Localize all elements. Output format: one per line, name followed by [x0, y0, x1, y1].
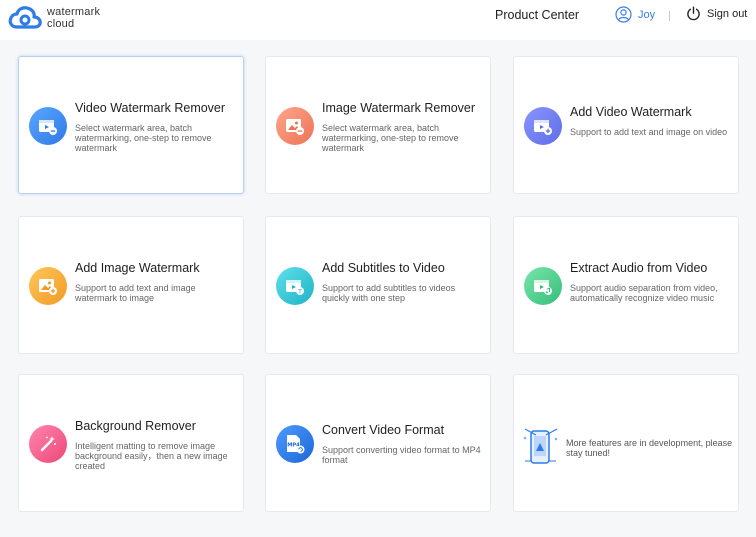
card-background-remover[interactable]: Background Remover Intelligent matting t…: [18, 374, 244, 512]
video-remove-icon: [29, 107, 67, 145]
feature-grid: Video Watermark Remover Select watermark…: [0, 40, 756, 537]
card-image-watermark-remover[interactable]: Image Watermark Remover Select watermark…: [265, 56, 491, 194]
card-title: Add Image Watermark: [75, 261, 200, 275]
mp4-convert-icon: MP4: [276, 425, 314, 463]
product-center-link[interactable]: Product Center: [495, 8, 579, 22]
image-remove-icon: [276, 107, 314, 145]
phone-construction-icon: [522, 425, 560, 472]
card-description: Select watermark area, batch watermarkin…: [322, 123, 459, 153]
image-add-icon: [29, 267, 67, 305]
card-add-video-watermark[interactable]: Add Video Watermark Support to add text …: [513, 56, 739, 194]
logo-line1: watermark: [47, 5, 101, 18]
header-divider: [669, 11, 670, 21]
card-extract-audio[interactable]: Extract Audio from Video Support audio s…: [513, 216, 739, 354]
card-description: Support to add text and image on video: [570, 127, 728, 137]
logo[interactable]: watermark cloud: [8, 3, 100, 33]
top-bar: watermark cloud Product Center Joy Sign …: [0, 0, 756, 40]
card-description: Intelligent matting to remove image back…: [75, 441, 228, 471]
sign-out-button[interactable]: Sign out: [686, 6, 747, 21]
card-title: Image Watermark Remover: [322, 101, 476, 115]
card-title: Add Video Watermark: [570, 105, 692, 119]
card-description: Support audio separation from video, aut…: [570, 283, 718, 303]
cloud-logo-icon: [8, 6, 42, 29]
card-title: Extract Audio from Video: [570, 261, 708, 275]
video-add-icon: [524, 107, 562, 145]
power-icon: [687, 6, 700, 21]
card-title: Background Remover: [75, 419, 196, 433]
user-icon: [615, 6, 632, 23]
magic-wand-icon: [29, 425, 67, 463]
card-title: Add Subtitles to Video: [322, 261, 445, 275]
card-title: Convert Video Format: [322, 423, 445, 437]
card-video-watermark-remover[interactable]: Video Watermark Remover Select watermark…: [18, 56, 244, 194]
card-more-features: More features are in development, please…: [513, 374, 739, 512]
logo-text: watermark cloud: [47, 5, 101, 30]
card-convert-video-format[interactable]: MP4 Convert Video Format Support convert…: [265, 374, 491, 512]
subtitle-icon: T: [276, 267, 314, 305]
card-title: Video Watermark Remover: [75, 101, 226, 115]
audio-extract-icon: [524, 267, 562, 305]
card-description: Support converting video format to MP4 f…: [322, 445, 481, 465]
card-add-subtitles[interactable]: T Add Subtitles to Video Support to add …: [265, 216, 491, 354]
card-add-image-watermark[interactable]: Add Image Watermark Support to add text …: [18, 216, 244, 354]
user-menu[interactable]: Joy: [615, 6, 655, 23]
card-description: Select watermark area, batch watermarkin…: [75, 123, 212, 153]
user-name: Joy: [638, 8, 656, 21]
logo-line2: cloud: [47, 17, 75, 30]
card-description: Support to add subtitles to videos quick…: [322, 283, 456, 303]
card-description: Support to add text and image watermark …: [75, 283, 196, 303]
svg-text:T: T: [297, 288, 302, 295]
sign-out-label: Sign out: [707, 7, 748, 20]
more-features-text: More features are in development, please…: [566, 438, 733, 458]
